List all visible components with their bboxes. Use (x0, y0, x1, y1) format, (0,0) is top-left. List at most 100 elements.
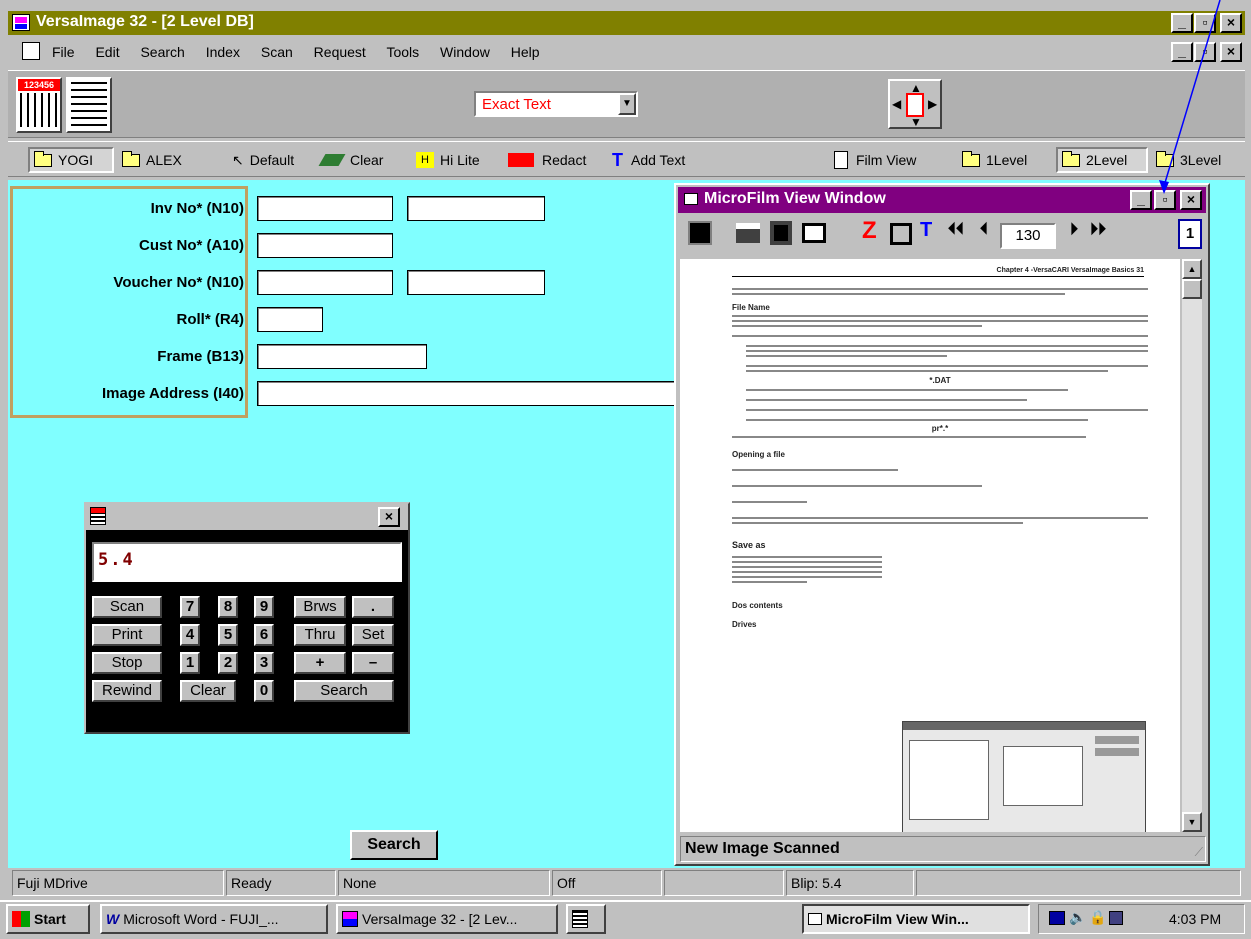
calc-digit-1[interactable]: 1 (180, 652, 200, 674)
calc-digit-9[interactable]: 9 (254, 596, 274, 618)
calc-brws-button[interactable]: Brws (294, 596, 346, 618)
level2-button[interactable]: 2Level (1056, 147, 1148, 173)
inv-no-input-2[interactable] (407, 196, 545, 221)
network-icon[interactable] (1109, 911, 1123, 925)
doc-minimize-icon[interactable]: _ (1171, 42, 1193, 62)
yogi-button[interactable]: YOGI (28, 147, 114, 173)
roll-input[interactable] (257, 307, 323, 332)
inv-no-input[interactable] (257, 196, 393, 221)
calc-digit-7[interactable]: 7 (180, 596, 200, 618)
close-icon[interactable]: × (1220, 13, 1242, 33)
frame-input[interactable] (257, 344, 427, 369)
calc-plus-button[interactable]: + (294, 652, 346, 674)
cust-no-input[interactable] (257, 233, 393, 258)
calc-thru-button[interactable]: Thru (294, 624, 346, 646)
resize-grip-icon[interactable]: ⟋ (1195, 845, 1203, 860)
zoom-icon[interactable]: Z (862, 217, 877, 245)
calendar-grid-button[interactable]: 123456 (16, 77, 62, 133)
calc-digit-3[interactable]: 3 (254, 652, 274, 674)
level3-button[interactable]: 3Level (1156, 147, 1221, 173)
level1-label: 1Level (986, 152, 1028, 168)
doc-close-icon[interactable]: × (1220, 42, 1242, 62)
task-calculator[interactable] (566, 904, 606, 934)
film-view-button[interactable]: Film View (834, 147, 916, 173)
first-frame-icon[interactable]: ⏴⏴ (948, 221, 964, 239)
speaker-icon[interactable]: 🔈 (1069, 909, 1086, 926)
calc-digit-4[interactable]: 4 (180, 624, 200, 646)
list-view-button[interactable] (66, 77, 112, 133)
frame-badge-icon[interactable]: 1 (1178, 219, 1202, 249)
menu-window[interactable]: Window (440, 44, 490, 60)
scroll-thumb[interactable] (1182, 279, 1202, 299)
calc-clear-button[interactable]: Clear (180, 680, 236, 702)
redact-button[interactable]: Redact (508, 147, 586, 173)
monitor-icon[interactable] (1049, 911, 1065, 925)
search-button[interactable]: Search (350, 830, 438, 860)
minimize-icon[interactable]: _ (1171, 13, 1193, 33)
calc-rewind-button[interactable]: Rewind (92, 680, 162, 702)
scanner-icon[interactable] (688, 221, 712, 245)
doc-restore-icon[interactable]: ▫ (1194, 42, 1216, 62)
next-frame-icon[interactable]: ⏵ (1070, 221, 1078, 239)
calc-print-button[interactable]: Print (92, 624, 162, 646)
menu-request[interactable]: Request (314, 44, 366, 60)
microfilm-maximize-icon[interactable]: ▫ (1154, 190, 1176, 210)
last-frame-icon[interactable]: ⏵⏵ (1090, 221, 1106, 239)
calc-digit-0[interactable]: 0 (254, 680, 274, 702)
calculator-close-icon[interactable]: × (378, 507, 400, 527)
task-microfilm[interactable]: MicroFilm View Win... (802, 904, 1030, 934)
microfilm-minimize-icon[interactable]: _ (1130, 190, 1152, 210)
microfilm-title-bar[interactable]: MicroFilm View Window _ ▫ × (678, 187, 1206, 213)
doc-heading-file-name: File Name (732, 303, 770, 312)
scroll-down-icon[interactable]: ▼ (1182, 812, 1202, 832)
chevron-down-icon[interactable]: ▼ (618, 93, 636, 115)
maximize-icon[interactable]: ▫ (1194, 13, 1216, 33)
save-icon[interactable] (770, 221, 792, 245)
clear-button[interactable]: Clear (318, 147, 383, 173)
calc-search-button[interactable]: Search (294, 680, 394, 702)
calc-stop-button[interactable]: Stop (92, 652, 162, 674)
label-inv-no: Inv No* (N10) (150, 200, 244, 217)
app-title-bar[interactable]: VersaImage 32 - [2 Level DB] _ ▫ × (8, 11, 1245, 35)
add-text-button[interactable]: T Add Text (612, 147, 685, 173)
alex-button[interactable]: ALEX (122, 147, 202, 173)
calc-digit-5[interactable]: 5 (218, 624, 238, 646)
menu-edit[interactable]: Edit (95, 44, 119, 60)
menu-file[interactable]: File (52, 44, 75, 60)
search-mode-select[interactable]: Exact Text ▼ (474, 91, 638, 117)
start-button[interactable]: Start (6, 904, 90, 934)
clock[interactable]: 4:03 PM (1169, 911, 1221, 927)
export-icon[interactable] (802, 223, 826, 243)
menu-scan[interactable]: Scan (261, 44, 293, 60)
prev-frame-icon[interactable]: ⏴ (980, 221, 988, 239)
document-scrollbar[interactable]: ▲ ▼ (1182, 259, 1202, 832)
menu-tools[interactable]: Tools (386, 44, 419, 60)
voucher-no-input-2[interactable] (407, 270, 545, 295)
calc-scan-button[interactable]: Scan (92, 596, 162, 618)
calc-digit-8[interactable]: 8 (218, 596, 238, 618)
menu-help[interactable]: Help (511, 44, 540, 60)
voucher-no-input[interactable] (257, 270, 393, 295)
calc-digit-6[interactable]: 6 (254, 624, 274, 646)
lock-icon[interactable]: 🔒 (1089, 909, 1106, 926)
calc-set-button[interactable]: Set (352, 624, 394, 646)
task-versaimage[interactable]: VersaImage 32 - [2 Lev... (336, 904, 558, 934)
menu-index[interactable]: Index (206, 44, 240, 60)
print-icon[interactable] (736, 223, 760, 243)
calc-minus-button[interactable]: – (352, 652, 394, 674)
calculator-title-bar[interactable]: × (86, 504, 408, 530)
calc-dot-button[interactable]: . (352, 596, 394, 618)
calc-digit-2[interactable]: 2 (218, 652, 238, 674)
microfilm-close-icon[interactable]: × (1180, 190, 1202, 210)
frame-number-input[interactable]: 130 (1000, 223, 1056, 249)
text-tool-icon[interactable]: T (920, 219, 932, 242)
level1-button[interactable]: 1Level (962, 147, 1027, 173)
hilite-button[interactable]: H Hi Lite (416, 147, 480, 173)
copy-icon[interactable] (890, 223, 912, 245)
image-address-input[interactable] (257, 381, 677, 406)
menu-search[interactable]: Search (140, 44, 184, 60)
default-button[interactable]: ↖ Default (232, 147, 294, 173)
scroll-up-icon[interactable]: ▲ (1182, 259, 1202, 279)
fit-window-button[interactable]: ▲ ▼ ◀ ▶ (888, 79, 942, 129)
task-word[interactable]: W Microsoft Word - FUJI_... (100, 904, 328, 934)
